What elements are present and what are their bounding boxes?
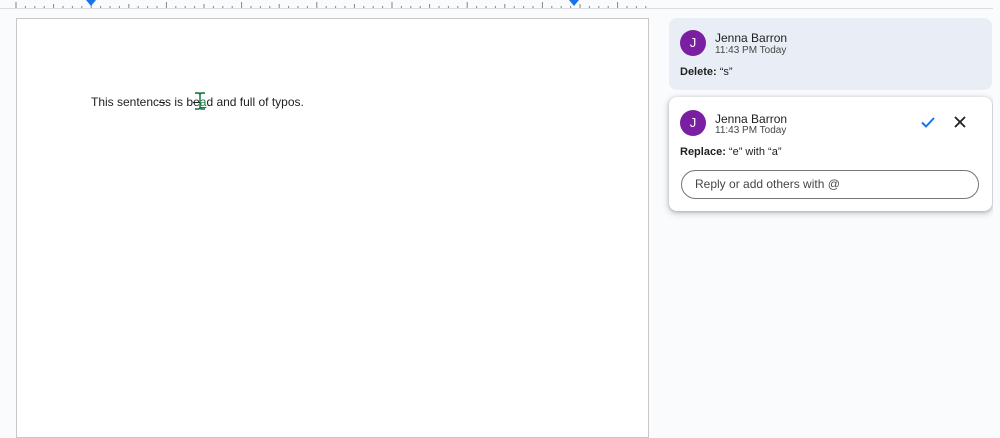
horizontal-ruler[interactable] (0, 0, 1000, 9)
doc-text-mid: s is b (165, 95, 194, 109)
comment-timestamp: 11:43 PM Today (715, 125, 787, 136)
left-indent-marker (86, 0, 96, 6)
accept-suggestion-button[interactable] (916, 110, 940, 134)
document-paragraph[interactable]: This sentencss is be ad and full of typos… (91, 92, 304, 110)
suggestion-description: Delete: “s” (680, 66, 733, 78)
ruler-ticks (15, 0, 647, 8)
avatar: J (680, 30, 706, 56)
close-icon (954, 116, 966, 128)
suggestion-card-replace[interactable]: J Jenna Barron 11:43 PM Today Replace: “… (669, 97, 992, 211)
suggestion-action-label: Delete: (680, 66, 717, 78)
comment-author: Jenna Barron (715, 31, 788, 45)
suggestion-description: Replace: “e” with “a” (680, 146, 781, 158)
checkmark-icon (921, 117, 935, 128)
suggestion-action-detail: “s” (716, 66, 733, 78)
comment-timestamp: 11:43 PM Today (715, 45, 787, 56)
reject-suggestion-button[interactable] (948, 110, 972, 134)
comment-author: Jenna Barron (715, 112, 788, 126)
avatar: J (680, 110, 706, 136)
reply-input[interactable]: Reply or add others with @ (681, 170, 979, 199)
suggestion-action-detail: “e” with “a” (725, 146, 782, 158)
doc-text-after: d and full of typos. (206, 95, 304, 109)
scrollbar-track[interactable] (993, 0, 1000, 422)
suggestion-action-label: Replace: (680, 146, 726, 158)
document-page[interactable]: This sentencss is be ad and full of typos… (16, 18, 649, 438)
right-indent-marker (569, 0, 579, 6)
suggestion-card-delete[interactable]: J Jenna Barron 11:43 PM Today Delete: “s… (669, 18, 992, 90)
doc-text-before: This sentenc (91, 95, 160, 109)
